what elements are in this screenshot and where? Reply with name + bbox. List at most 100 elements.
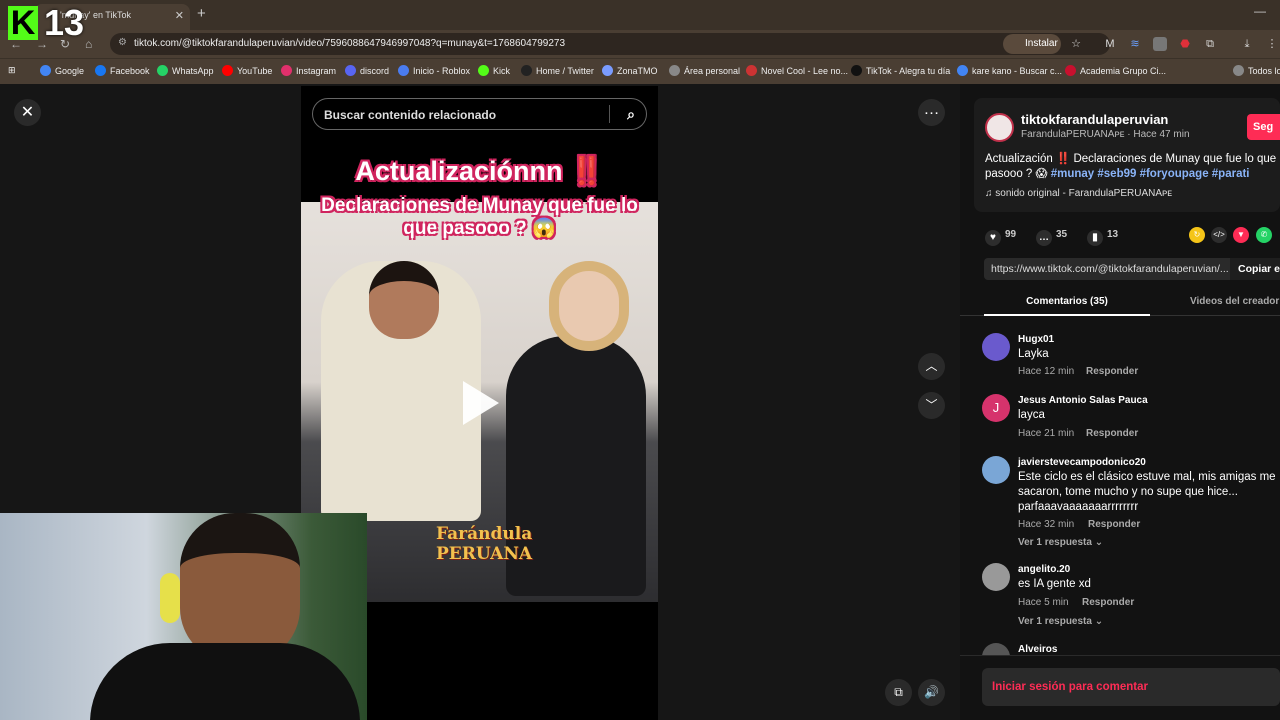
login-to-comment-button[interactable]: Iniciar sesión para comentar (982, 668, 1280, 706)
bookmark-item[interactable]: Todos lo (1233, 65, 1280, 76)
sidebar-tabs: Comentarios (35) Videos del creador (960, 288, 1280, 316)
bookmark-item[interactable]: TikTok - Alegra tu día (851, 65, 950, 76)
bookmark-favicon-icon (478, 65, 489, 76)
video-link-text: https://www.tiktok.com/@tiktokfarandulap… (991, 263, 1229, 275)
bookmark-label: Home / Twitter (536, 66, 594, 76)
video-person-right-head (549, 261, 629, 351)
commenter-avatar[interactable] (982, 333, 1010, 361)
bookmark-favicon-icon (281, 65, 292, 76)
bookmark-label: TikTok - Alegra tu día (866, 66, 951, 76)
address-toolbar: ← → ↻ ⌂ ⚙ tiktok.com/@tiktokfarandulaper… (0, 30, 1280, 58)
bookmarks-bar: ⊞ Google Facebook WhatsApp YouTube Instagram… (0, 58, 1280, 84)
view-replies-button[interactable]: Ver 1 respuesta ⌄ (1018, 616, 1103, 627)
video-description: Actualización ‼️ Declaraciones de Munay … (985, 152, 1277, 182)
volume-icon[interactable]: 🔊 (918, 679, 945, 706)
more-options-button[interactable]: … (918, 99, 945, 126)
download-icon[interactable]: ⤓ (1240, 37, 1254, 51)
site-info-icon[interactable]: ⚙ (118, 37, 127, 48)
bookmark-item[interactable]: Google (40, 65, 84, 76)
previous-video-button[interactable]: ︿ (918, 353, 945, 380)
save-button[interactable]: ▮ 13 (1087, 228, 1118, 246)
reply-button[interactable]: Responder (1088, 519, 1140, 530)
bookmark-item[interactable]: Academia Grupo Ci... (1065, 65, 1166, 76)
tab-creator-videos[interactable]: Videos del creador (1190, 296, 1279, 308)
apps-grid-icon[interactable]: ⊞ (8, 65, 16, 76)
bookmark-item[interactable]: WhatsApp (157, 65, 214, 76)
bookmark-label: WhatsApp (172, 66, 214, 76)
save-count: 13 (1107, 229, 1119, 240)
install-app-button[interactable]: Instalar (1003, 34, 1061, 54)
reply-button[interactable]: Responder (1082, 597, 1134, 608)
sound-link[interactable]: ♫ sonido original - FarandulaPERUANAᴘᴇ (985, 188, 1172, 199)
comment-text: Este ciclo es el clásico estuve mal, mis… (1018, 471, 1276, 513)
bookmark-label: YouTube (237, 66, 273, 76)
extension-square-icon[interactable] (1153, 37, 1167, 51)
related-search-input[interactable]: Buscar contenido relacionado ⌕ (312, 98, 647, 130)
search-divider (609, 105, 610, 123)
view-replies-button[interactable]: Ver 1 respuesta ⌄ (1018, 537, 1103, 548)
comment-item: Hugx01 Layka Hace 12 min Responder (982, 333, 1280, 383)
webcam-face (180, 513, 300, 663)
audio-extension-icon[interactable]: ≋ (1128, 37, 1142, 51)
whatsapp-share-icon[interactable]: ✆ (1256, 227, 1272, 243)
copy-link-button[interactable]: Copiar en (1230, 258, 1280, 280)
bookmark-item[interactable]: Instagram (281, 65, 336, 76)
reply-button[interactable]: Responder (1086, 428, 1138, 439)
send-icon[interactable]: ▼ (1233, 227, 1249, 243)
commenter-avatar[interactable] (982, 563, 1010, 591)
minimize-window-icon[interactable]: — (1254, 4, 1266, 18)
author-username[interactable]: tiktokfarandulaperuvian (1021, 112, 1168, 128)
bookmark-item[interactable]: Home / Twitter (521, 65, 594, 76)
bookmark-item[interactable]: Kick (478, 65, 510, 76)
bookmark-item[interactable]: discord (345, 65, 389, 76)
bookmark-item[interactable]: ZonaTMO (602, 65, 658, 76)
bookmark-item[interactable]: Facebook (95, 65, 150, 76)
like-button[interactable]: ♥ 99 (985, 228, 1016, 246)
commenter-name[interactable]: Hugx01 (1018, 333, 1054, 346)
commenter-avatar[interactable] (982, 456, 1010, 484)
tab-comments[interactable]: Comentarios (35) (984, 296, 1150, 316)
new-tab-icon[interactable]: + (197, 5, 206, 22)
install-label: Instalar (1025, 38, 1058, 49)
bookmark-item[interactable]: Área personal (669, 65, 740, 76)
embed-icon[interactable]: </> (1211, 227, 1227, 243)
description-hashtags[interactable]: #munay #seb99 #foryoupage #parati (1051, 168, 1250, 180)
floating-player-icon[interactable]: ⧉ (885, 679, 912, 706)
bookmark-label: Kick (493, 66, 511, 76)
bookmark-item[interactable]: Inicio - Roblox (398, 65, 470, 76)
comment-button[interactable]: … 35 (1036, 228, 1067, 246)
bookmark-label: Google (55, 66, 85, 76)
comment-count: 35 (1056, 229, 1068, 240)
bookmark-star-icon[interactable]: ☆ (1069, 37, 1083, 51)
commenter-name[interactable]: angelito.20 (1018, 563, 1070, 576)
comment-item: angelito.20 es IA gente xd Hace 5 min Re… (982, 563, 1280, 633)
bookmark-label: Academia Grupo Ci... (1080, 66, 1167, 76)
reply-button[interactable]: Responder (1086, 366, 1138, 377)
close-viewer-button[interactable]: ✕ (14, 99, 41, 126)
commenter-name[interactable]: javierstevecampodonico20 (1018, 456, 1146, 469)
commenter-avatar[interactable]: J (982, 394, 1010, 422)
browser-tab-bar: 'munay' en TikTok ✕ + — (0, 0, 1280, 30)
video-overlay-title: Actualizaciónnn ‼️ (355, 156, 604, 186)
commenter-name[interactable]: Jesus Antonio Salas Pauca (1018, 394, 1148, 407)
video-overlay-subtitle: Declaraciones de Munay que fue lo que pa… (321, 195, 638, 239)
follow-button[interactable]: Seg (1247, 114, 1280, 140)
bookmark-item[interactable]: YouTube (222, 65, 272, 76)
close-tab-icon[interactable]: ✕ (175, 9, 184, 22)
next-video-button[interactable]: ﹀ (918, 392, 945, 419)
heart-icon: ♥ (985, 230, 1001, 246)
play-icon[interactable] (463, 381, 499, 425)
bookmark-item[interactable]: Novel Cool - Lee no... (746, 65, 848, 76)
author-avatar[interactable] (985, 113, 1014, 142)
bookmark-item[interactable]: kare kano - Buscar c... (957, 65, 1062, 76)
bookmark-label: Instagram (296, 66, 337, 76)
url-bar[interactable]: ⚙ tiktok.com/@tiktokfarandulaperuvian/vi… (110, 33, 1110, 55)
extension-icon[interactable]: M (1103, 37, 1117, 51)
menu-icon[interactable]: ⋮ (1265, 37, 1279, 51)
url-text: tiktok.com/@tiktokfarandulaperuvian/vide… (134, 38, 566, 49)
webcam-headphones (160, 573, 180, 623)
repost-icon[interactable]: ↻ (1189, 227, 1205, 243)
extensions-puzzle-icon[interactable]: ⧉ (1203, 37, 1217, 51)
adblock-icon[interactable]: ⬣ (1178, 37, 1192, 51)
search-icon[interactable]: ⌕ (627, 106, 635, 123)
